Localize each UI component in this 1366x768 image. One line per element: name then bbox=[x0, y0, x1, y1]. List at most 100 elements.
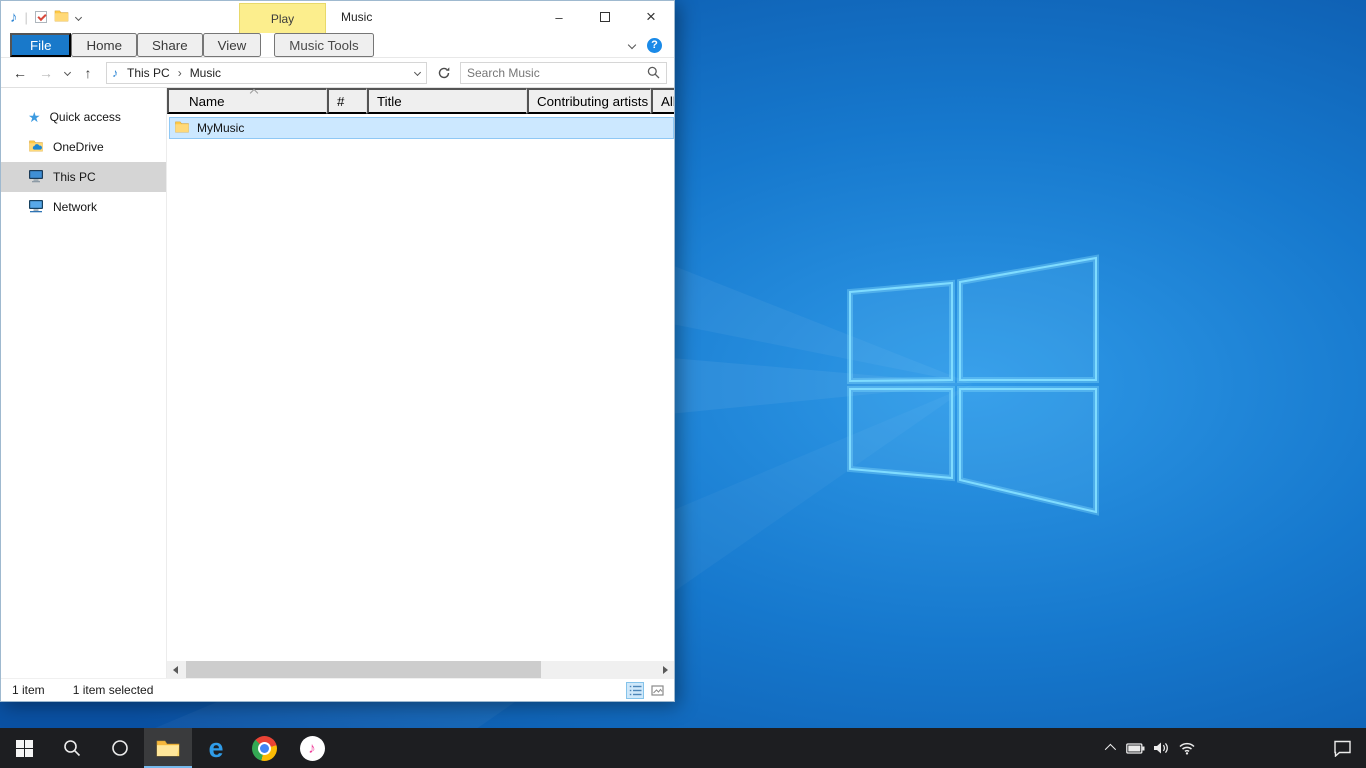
caption-buttons: – × bbox=[536, 1, 674, 33]
selection-count: 1 item selected bbox=[73, 683, 154, 697]
customize-toolbar-chevron-icon[interactable] bbox=[75, 13, 82, 20]
network-tray-button[interactable] bbox=[1174, 728, 1200, 768]
scrollbar-thumb[interactable] bbox=[186, 661, 541, 678]
tab-file[interactable]: File bbox=[10, 33, 71, 57]
column-header-number[interactable]: # bbox=[327, 88, 367, 114]
sidebar-item-onedrive[interactable]: OneDrive bbox=[1, 132, 166, 162]
recent-locations-chevron-icon[interactable] bbox=[60, 70, 74, 75]
minimize-button[interactable]: – bbox=[536, 1, 582, 33]
start-button[interactable] bbox=[0, 728, 48, 768]
maximize-icon bbox=[600, 12, 610, 22]
quick-access-star-icon: ★ bbox=[28, 110, 41, 124]
file-explorer-window: ♪ | Play Music – × File Home Share View … bbox=[0, 0, 675, 702]
speaker-icon bbox=[1153, 741, 1169, 755]
file-name: MyMusic bbox=[197, 121, 244, 135]
search-box bbox=[460, 62, 667, 84]
qat-separator: | bbox=[25, 10, 28, 25]
onedrive-icon bbox=[28, 139, 44, 155]
taskbar-search-button[interactable] bbox=[48, 728, 96, 768]
file-list: MyMusic bbox=[167, 114, 674, 661]
taskbar: e ♪ bbox=[0, 728, 1366, 768]
new-folder-icon[interactable] bbox=[54, 9, 69, 25]
sidebar-item-label: Quick access bbox=[50, 110, 121, 124]
column-header-title[interactable]: Title bbox=[367, 88, 527, 114]
cortana-button[interactable] bbox=[96, 728, 144, 768]
tab-row-spacer bbox=[374, 33, 629, 57]
chrome-icon bbox=[252, 736, 277, 761]
tab-music-tools[interactable]: Music Tools bbox=[274, 33, 373, 57]
scrollbar-track[interactable] bbox=[184, 661, 657, 678]
close-button[interactable]: × bbox=[628, 1, 674, 33]
sidebar-item-label: This PC bbox=[53, 170, 96, 184]
action-center-button[interactable] bbox=[1318, 728, 1366, 768]
action-center-icon bbox=[1333, 740, 1352, 757]
column-header-contributing-artists[interactable]: Contributing artists bbox=[527, 88, 651, 114]
taskbar-file-explorer-button[interactable] bbox=[144, 728, 192, 768]
system-tray bbox=[1096, 728, 1366, 768]
tab-home[interactable]: Home bbox=[71, 33, 137, 57]
chrome-browser-button[interactable] bbox=[240, 728, 288, 768]
address-bar[interactable]: ♪ This PC › Music bbox=[106, 62, 427, 84]
column-header-name[interactable]: Name bbox=[167, 88, 327, 114]
quick-access-toolbar: ♪ | bbox=[10, 9, 81, 25]
sidebar-item-quick-access[interactable]: ★ Quick access bbox=[1, 102, 166, 132]
wifi-icon bbox=[1178, 741, 1196, 755]
file-list-pane: Name # Title Contributing artists Alb My… bbox=[167, 88, 674, 678]
itunes-icon: ♪ bbox=[300, 736, 325, 761]
large-icons-view-button[interactable] bbox=[648, 682, 666, 699]
battery-tray-button[interactable] bbox=[1122, 728, 1148, 768]
view-toggles bbox=[626, 682, 666, 699]
sidebar-item-this-pc[interactable]: This PC bbox=[1, 162, 166, 192]
details-view-button[interactable] bbox=[626, 682, 644, 699]
windows-start-icon bbox=[16, 740, 33, 757]
folder-icon bbox=[174, 120, 190, 136]
file-row-mymusic[interactable]: MyMusic bbox=[169, 117, 674, 139]
expand-ribbon-chevron-icon[interactable] bbox=[628, 41, 636, 49]
chevron-up-icon bbox=[1105, 744, 1116, 755]
app-music-note-icon: ♪ bbox=[10, 10, 18, 25]
column-header-album[interactable]: Alb bbox=[651, 88, 674, 114]
sidebar-item-label: Network bbox=[53, 200, 97, 214]
this-pc-icon bbox=[28, 169, 44, 186]
address-dropdown-chevron-icon[interactable] bbox=[408, 63, 426, 83]
navigation-pane: ★ Quick access OneDrive This PC Network bbox=[1, 88, 167, 678]
tab-share[interactable]: Share bbox=[137, 33, 203, 57]
item-count: 1 item bbox=[12, 683, 45, 697]
window-title: Music bbox=[341, 1, 372, 33]
help-icon[interactable]: ? bbox=[647, 38, 662, 53]
tab-view[interactable]: View bbox=[203, 33, 262, 57]
horizontal-scrollbar[interactable] bbox=[167, 661, 674, 678]
taskbar-search-icon bbox=[63, 739, 81, 757]
up-button[interactable]: ↑ bbox=[76, 61, 100, 85]
forward-button[interactable]: → bbox=[34, 61, 58, 85]
scroll-left-arrow-icon[interactable] bbox=[167, 661, 184, 678]
status-bar: 1 item 1 item selected bbox=[1, 678, 674, 701]
back-button[interactable]: ← bbox=[8, 61, 32, 85]
network-icon bbox=[28, 199, 44, 216]
window-body: ★ Quick access OneDrive This PC Network bbox=[1, 88, 674, 678]
ribbon-right-controls: ? bbox=[629, 33, 662, 57]
battery-icon bbox=[1126, 743, 1145, 754]
title-bar: ♪ | Play Music – × bbox=[1, 1, 674, 33]
itunes-button[interactable]: ♪ bbox=[288, 728, 336, 768]
volume-tray-button[interactable] bbox=[1148, 728, 1174, 768]
sidebar-item-network[interactable]: Network bbox=[1, 192, 166, 222]
show-hidden-icons-button[interactable] bbox=[1096, 728, 1122, 768]
file-explorer-icon bbox=[156, 739, 180, 758]
edge-icon: e bbox=[208, 735, 223, 762]
properties-icon[interactable] bbox=[35, 11, 47, 23]
maximize-button[interactable] bbox=[582, 1, 628, 33]
cortana-icon bbox=[111, 739, 129, 757]
edge-browser-button[interactable]: e bbox=[192, 728, 240, 768]
contextual-tab-group-play[interactable]: Play bbox=[239, 3, 326, 33]
breadcrumb-this-pc[interactable]: This PC bbox=[120, 63, 177, 83]
navigation-bar: ← → ↑ ♪ This PC › Music bbox=[1, 58, 674, 88]
refresh-button[interactable] bbox=[433, 61, 455, 85]
search-input[interactable] bbox=[461, 66, 647, 80]
address-music-note-icon: ♪ bbox=[112, 66, 118, 80]
scroll-right-arrow-icon[interactable] bbox=[657, 661, 674, 678]
column-headers: Name # Title Contributing artists Alb bbox=[167, 88, 674, 114]
breadcrumb-music[interactable]: Music bbox=[183, 63, 228, 83]
search-icon[interactable] bbox=[647, 66, 660, 79]
taskbar-clock-area bbox=[1200, 728, 1318, 768]
